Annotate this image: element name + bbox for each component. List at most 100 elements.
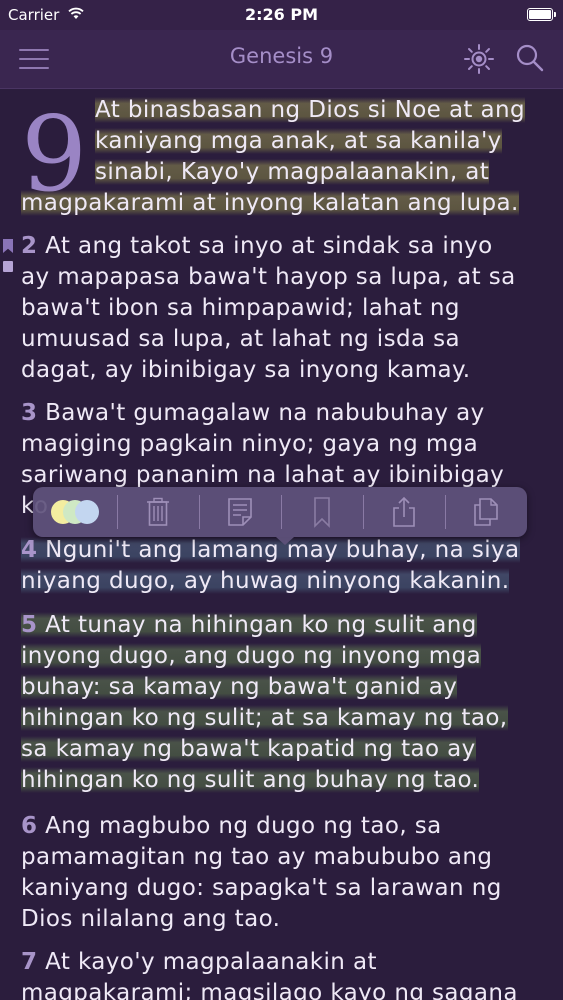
highlighted-text: buhay: sa kamay ng bawa't ganid ay: [21, 674, 458, 700]
share-icon: [393, 496, 415, 527]
highlight-colors-icon: [51, 500, 101, 524]
verse-line[interactable]: inyong dugo, ang dugo ng inyong mga: [21, 641, 482, 672]
highlighted-text: niyang dugo, ay huwag ninyong kakanin.: [21, 568, 510, 594]
verse-text: sariwang pananim na lahat ay ibinibigay: [21, 462, 504, 488]
verse-text: umuusad sa lupa, at lahat ng isda sa: [21, 326, 460, 352]
selection-toolbar: [33, 487, 527, 545]
battery-icon: [527, 8, 556, 21]
share-button[interactable]: [363, 487, 445, 537]
verse-line[interactable]: 5 At tunay na hihingan ko ng sulit ang: [21, 610, 477, 641]
brightness-icon[interactable]: [463, 43, 495, 75]
verse-line[interactable]: 2 At ang takot sa inyo at sindak sa inyo: [21, 231, 493, 262]
highlight-color-swatch: [75, 500, 99, 524]
verse-text: pamamagitan ng tao ay mabububo ang: [21, 844, 492, 870]
verse-line[interactable]: magiging pagkain ninyo; gaya ng mga: [21, 429, 478, 460]
verse-line-text: sa kamay ng bawa't kapatid ng tao ay: [21, 736, 476, 762]
verse-text: 7 At kayo'y magpalaanakin at: [21, 949, 377, 975]
verse-text: magiging pagkain ninyo; gaya ng mga: [21, 431, 478, 457]
verse-text: magpakarami; magsilago kayo ng sagana: [21, 980, 518, 1000]
verse-number[interactable]: 7: [21, 949, 37, 975]
verse-line[interactable]: bawa't ibon sa himpapawid; lahat ng: [21, 293, 460, 324]
highlighted-text: magpakarami at inyong kalatan ang lupa.: [21, 190, 519, 216]
note-marker-icon[interactable]: [3, 261, 13, 272]
verse-line-text: hihingan ko ng sulit ang buhay ng tao.: [21, 767, 480, 793]
highlighted-text: 5 At tunay na hihingan ko ng sulit ang: [21, 612, 477, 638]
bookmark-button[interactable]: [281, 487, 363, 537]
verse-line[interactable]: Dios nilalang ang tao.: [21, 904, 280, 935]
verse-number[interactable]: 3: [21, 400, 37, 426]
verse-line[interactable]: ay mapapasa bawa't hayop sa lupa, at sa: [21, 262, 516, 293]
verse-number[interactable]: 4: [21, 537, 37, 563]
verse-line[interactable]: pamamagitan ng tao ay mabububo ang: [21, 842, 492, 873]
verse-line-text: Ang magbubo ng dugo ng tao, sa: [37, 813, 442, 839]
verse-line[interactable]: 6 Ang magbubo ng dugo ng tao, sa: [21, 811, 442, 842]
verse-line[interactable]: hihingan ko ng sulit; at sa kamay ng tao…: [21, 703, 508, 734]
status-bar: Carrier 2:26 PM: [0, 0, 563, 30]
bookmark-icon: [314, 497, 330, 528]
verse-line-text: Dios nilalang ang tao.: [21, 906, 281, 932]
verse-line[interactable]: magpakarami at inyong kalatan ang lupa.: [21, 188, 519, 219]
trash-icon: [147, 497, 169, 526]
highlighted-text: sa kamay ng bawa't kapatid ng tao ay: [21, 736, 476, 762]
verse-line-text: hihingan ko ng sulit; at sa kamay ng tao…: [21, 705, 508, 731]
verse-text: bawa't ibon sa himpapawid; lahat ng: [21, 295, 460, 321]
highlighted-text: 4 Nguni't ang lamang may buhay, na siya: [21, 537, 520, 563]
bookmark-marker-icon[interactable]: [3, 239, 13, 253]
verse-line[interactable]: 7 At kayo'y magpalaanakin at: [21, 947, 377, 978]
verse-line-text: inyong dugo, ang dugo ng inyong mga: [21, 643, 482, 669]
highlighted-text: inyong dugo, ang dugo ng inyong mga: [21, 643, 482, 669]
highlighted-text: At binasbasan ng Dios si Noe at ang: [95, 97, 526, 123]
verse-text: Dios nilalang ang tao.: [21, 906, 280, 932]
verse-line[interactable]: magpakarami; magsilago kayo ng sagana: [21, 978, 518, 1000]
verse-line-text: magpakarami at inyong kalatan ang lupa.: [21, 190, 519, 216]
verse-line[interactable]: sa kamay ng bawa't kapatid ng tao ay: [21, 734, 476, 765]
verse-number[interactable]: 5: [21, 612, 37, 638]
verse-number[interactable]: 2: [21, 233, 37, 259]
copy-button[interactable]: [445, 487, 527, 537]
verse-line[interactable]: dagat, ay ibinibigay sa inyong kamay.: [21, 355, 470, 386]
verse-line-text: umuusad sa lupa, at lahat ng isda sa: [21, 326, 461, 352]
note-icon: [228, 498, 252, 526]
verse-line[interactable]: 4 Nguni't ang lamang may buhay, na siya: [21, 535, 520, 566]
highlight-colors-button[interactable]: [33, 487, 115, 537]
verse-text: 2 At ang takot sa inyo at sindak sa inyo: [21, 233, 493, 259]
verse-number[interactable]: 6: [21, 813, 37, 839]
verse-line-text: kaniyang mga anak, at sa kanila'y: [95, 128, 502, 154]
verse-line[interactable]: kaniyang mga anak, at sa kanila'y: [95, 126, 502, 157]
verse-line-text: kaniyang dugo: sapagka't sa larawan ng: [21, 875, 502, 901]
verse-text: 6 Ang magbubo ng dugo ng tao, sa: [21, 813, 442, 839]
note-button[interactable]: [199, 487, 281, 537]
copy-icon: [474, 498, 498, 526]
verse-line-text: At binasbasan ng Dios si Noe at ang: [95, 97, 526, 123]
highlighted-text: kaniyang mga anak, at sa kanila'y: [95, 128, 502, 154]
verse-line[interactable]: hihingan ko ng sulit ang buhay ng tao.: [21, 765, 480, 796]
verse-line-text: niyang dugo, ay huwag ninyong kakanin.: [21, 568, 510, 594]
verse-line[interactable]: kaniyang dugo: sapagka't sa larawan ng: [21, 873, 502, 904]
verse-text: 3 Bawa't gumagalaw na nabubuhay ay: [21, 400, 485, 426]
verse-line-text: magiging pagkain ninyo; gaya ng mga: [21, 431, 479, 457]
search-icon[interactable]: [514, 42, 546, 74]
nav-bar: Genesis 9: [0, 30, 563, 89]
verse-line-text: Bawa't gumagalaw na nabubuhay ay: [37, 400, 485, 426]
delete-button[interactable]: [117, 487, 199, 537]
verse-line-text: At ang takot sa inyo at sindak sa inyo: [37, 233, 493, 259]
highlighted-text: hihingan ko ng sulit; at sa kamay ng tao…: [21, 705, 508, 731]
verse-line-text: At kayo'y magpalaanakin at: [37, 949, 377, 975]
verse-text: ay mapapasa bawa't hayop sa lupa, at sa: [21, 264, 516, 290]
highlighted-text: sinabi, Kayo'y magpalaanakin, at: [95, 159, 490, 185]
highlighted-text: hihingan ko ng sulit ang buhay ng tao.: [21, 767, 480, 793]
verse-line-text: ay mapapasa bawa't hayop sa lupa, at sa: [21, 264, 516, 290]
verse-line[interactable]: niyang dugo, ay huwag ninyong kakanin.: [21, 566, 510, 597]
verse-line[interactable]: 3 Bawa't gumagalaw na nabubuhay ay: [21, 398, 485, 429]
verse-line-text: buhay: sa kamay ng bawa't ganid ay: [21, 674, 458, 700]
verse-line[interactable]: sinabi, Kayo'y magpalaanakin, at: [95, 157, 490, 188]
verse-line-text: dagat, ay ibinibigay sa inyong kamay.: [21, 357, 471, 383]
verse-text: dagat, ay ibinibigay sa inyong kamay.: [21, 357, 470, 383]
verse-text: kaniyang dugo: sapagka't sa larawan ng: [21, 875, 502, 901]
verse-line-text: bawa't ibon sa himpapawid; lahat ng: [21, 295, 460, 321]
verse-line[interactable]: umuusad sa lupa, at lahat ng isda sa: [21, 324, 460, 355]
verse-line[interactable]: At binasbasan ng Dios si Noe at ang: [95, 95, 526, 126]
verse-line[interactable]: buhay: sa kamay ng bawa't ganid ay: [21, 672, 458, 703]
verse-line-text: sariwang pananim na lahat ay ibinibigay: [21, 462, 505, 488]
verse-line-text: pamamagitan ng tao ay mabububo ang: [21, 844, 493, 870]
